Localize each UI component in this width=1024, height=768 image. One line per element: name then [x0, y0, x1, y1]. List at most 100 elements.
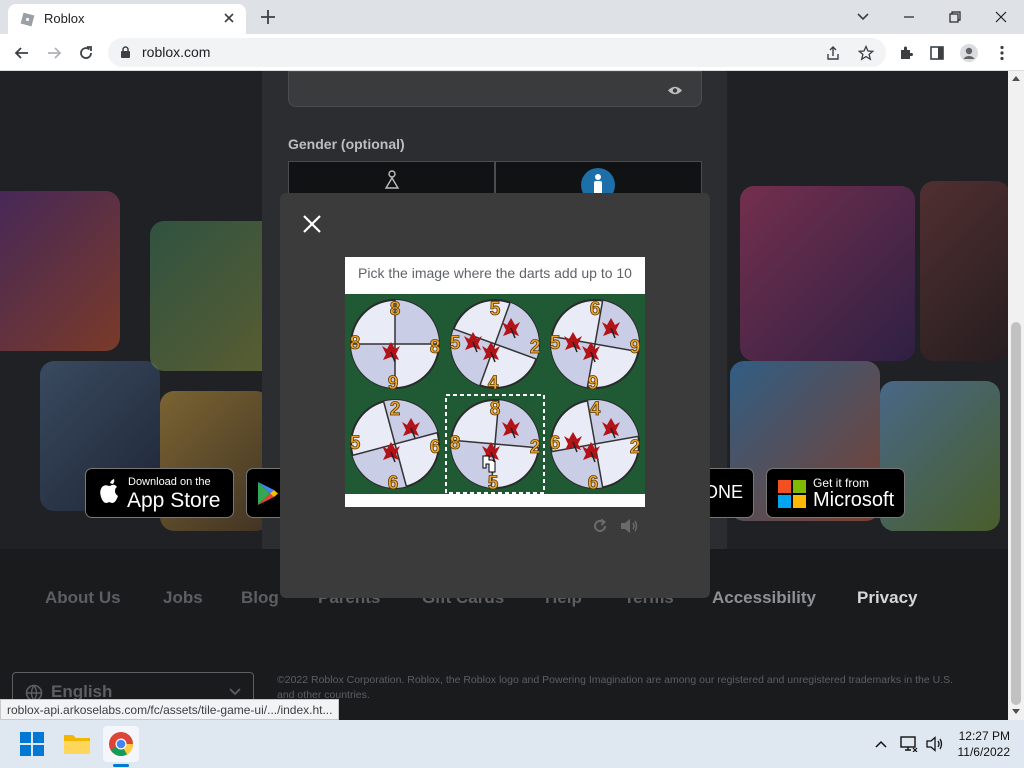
google-play-icon [258, 482, 278, 505]
close-icon[interactable] [300, 212, 324, 236]
captcha-tile[interactable]: 8 8 9 8 [345, 294, 445, 394]
dart-number: 5 [490, 299, 501, 320]
captcha-prompt: Pick the image where the darts add up to… [358, 265, 632, 281]
scroll-up-arrow-icon[interactable] [1012, 76, 1020, 81]
profile-avatar-icon[interactable] [959, 43, 979, 63]
microsoft-small-text: Get it from [813, 476, 870, 490]
captcha-tile[interactable]: 8 2 5 8 [445, 394, 545, 494]
dart-number: 9 [630, 337, 641, 358]
browser-tab[interactable]: Roblox [8, 4, 246, 34]
system-clock[interactable]: 12:27 PM 11/6/2022 [958, 728, 1011, 760]
restore-icon[interactable] [932, 0, 978, 34]
audio-challenge-icon[interactable] [619, 516, 639, 536]
browser-toolbar: roblox.com [0, 34, 1024, 71]
captcha-tile-grid: 889852456995266582584266 [345, 294, 645, 494]
url-text[interactable]: roblox.com [142, 44, 210, 60]
chrome-taskbar-icon[interactable] [103, 726, 139, 762]
chevron-down-icon [229, 688, 241, 696]
background-game-art [150, 221, 280, 371]
dart-number: 6 [550, 433, 561, 454]
lock-icon[interactable] [120, 46, 131, 59]
scroll-down-arrow-icon[interactable] [1012, 709, 1020, 714]
clock-time: 12:27 PM [958, 729, 1010, 743]
gender-male-button[interactable] [495, 161, 702, 197]
dart-number: 9 [588, 373, 599, 394]
background-game-art [0, 191, 120, 351]
tab-search-icon[interactable] [840, 0, 886, 34]
background-game-art [920, 181, 1008, 361]
windows-taskbar: 12:27 PM 11/6/2022 [0, 720, 1024, 768]
share-icon[interactable] [823, 43, 843, 63]
dart-number: 4 [590, 399, 601, 420]
roblox-favicon-icon [20, 12, 35, 27]
menu-kebab-icon[interactable] [992, 43, 1012, 63]
clock-date: 11/6/2022 [957, 745, 1011, 759]
dartboard-image: 4 2 6 6 [545, 394, 645, 494]
forward-icon[interactable] [42, 41, 66, 65]
dart-number: 9 [388, 373, 399, 394]
captcha-tile[interactable]: 5 2 4 5 [445, 294, 545, 394]
extensions-icon[interactable] [896, 43, 916, 63]
dart-number: 6 [430, 437, 441, 458]
dart-number: 8 [450, 433, 461, 454]
dart-number: 5 [350, 433, 361, 454]
dart-number: 6 [388, 473, 399, 494]
footer-link-jobs[interactable]: Jobs [163, 588, 203, 608]
dart-number: 8 [390, 299, 401, 320]
gender-female-button[interactable] [288, 161, 495, 197]
dart-number: 8 [430, 337, 441, 358]
minimize-icon[interactable] [886, 0, 932, 34]
side-panel-icon[interactable] [927, 43, 947, 63]
female-icon [384, 170, 400, 189]
microsoft-logo-icon [778, 480, 806, 508]
dart-number: 8 [490, 399, 501, 420]
windows-start-icon[interactable] [14, 726, 50, 762]
file-explorer-icon[interactable] [59, 726, 95, 762]
dart-number: 5 [488, 473, 499, 494]
dart-number: 2 [530, 337, 541, 358]
app-store-big-text: App Store [127, 489, 221, 512]
dart-number: 8 [350, 333, 361, 354]
dartboard-image: 5 2 4 5 [445, 294, 545, 394]
footer-link-blog[interactable]: Blog [241, 588, 279, 608]
bookmark-star-icon[interactable] [856, 43, 876, 63]
background-game-art [740, 186, 915, 361]
dartboard-image: 2 6 6 5 [345, 394, 445, 494]
close-window-icon[interactable] [978, 0, 1024, 34]
captcha-tile[interactable]: 4 2 6 6 [545, 394, 645, 494]
copyright-text: ©2022 Roblox Corporation. Roblox, the Ro… [277, 674, 954, 701]
show-password-eye-icon[interactable] [667, 85, 683, 96]
footer-link-about-us[interactable]: About Us [45, 588, 121, 608]
link-status-bubble: roblox-api.arkoselabs.com/fc/assets/tile… [0, 699, 340, 720]
address-bar[interactable]: roblox.com [108, 38, 886, 67]
dartboard-image: 8 2 5 8 [445, 394, 545, 494]
dart-number: 2 [630, 437, 641, 458]
refresh-icon[interactable] [590, 516, 610, 536]
scrollbar-thumb[interactable] [1011, 322, 1021, 705]
reload-icon[interactable] [74, 41, 98, 65]
gender-label: Gender (optional) [288, 136, 405, 152]
app-store-badge[interactable]: Download on the App Store [85, 468, 234, 518]
dart-number: 2 [390, 399, 401, 420]
browser-titlebar: Roblox [0, 0, 1024, 34]
dart-number: 4 [488, 373, 499, 394]
apple-logo-icon [100, 479, 118, 503]
captcha-tile[interactable]: 2 6 6 5 [345, 394, 445, 494]
footer-link-privacy[interactable]: Privacy [857, 588, 918, 608]
back-icon[interactable] [10, 41, 34, 65]
dart-number: 6 [588, 473, 599, 494]
dart-number: 5 [450, 333, 461, 354]
captcha-challenge: Pick the image where the darts add up to… [345, 257, 645, 507]
new-tab-icon[interactable] [258, 7, 278, 27]
password-field[interactable] [288, 71, 702, 107]
microsoft-big-text: Microsoft [813, 489, 895, 511]
dart-number: 5 [550, 333, 561, 354]
captcha-tile[interactable]: 6 9 9 5 [545, 294, 645, 394]
active-app-indicator [113, 764, 129, 767]
volume-icon[interactable] [920, 726, 950, 762]
chevron-up-icon[interactable] [866, 726, 896, 762]
close-tab-icon[interactable] [220, 9, 238, 27]
dartboard-image: 8 8 9 8 [345, 294, 445, 394]
microsoft-store-badge[interactable]: Get it from Microsoft [766, 468, 905, 518]
footer-link-accessibility[interactable]: Accessibility [712, 588, 816, 608]
